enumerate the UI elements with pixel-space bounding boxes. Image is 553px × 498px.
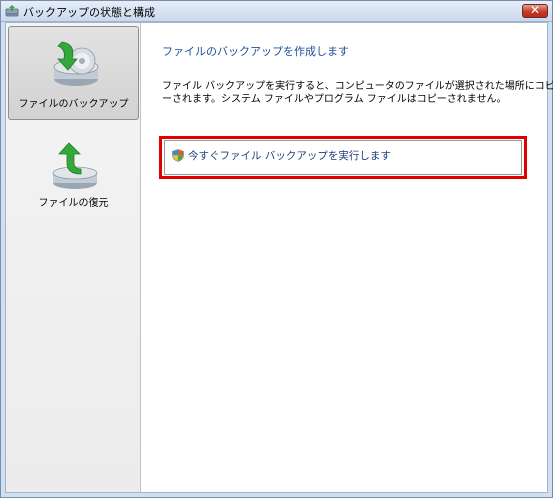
title-bar[interactable]: バックアップの状態と構成 ✕ — [1, 1, 552, 22]
description: ファイル バックアップを実行すると、コンピュータのファイルが選択された場所にコピ… — [162, 80, 553, 106]
run-backup-now-label: 今すぐファイル バックアップを実行します — [188, 150, 391, 162]
backup-app-icon — [5, 5, 19, 17]
description-line: ーされます。システム ファイルやプログラム ファイルはコピーされません。 — [162, 94, 507, 105]
sidebar-item-backup[interactable]: ファイルのバックアップ — [8, 26, 139, 120]
close-button[interactable]: ✕ — [522, 3, 548, 18]
restore-disk-icon — [52, 142, 98, 189]
client-area: ファイルのバックアップ ファイルの復元 ファイルのバックアップを作成します ファ… — [5, 22, 553, 493]
uac-shield-icon — [172, 149, 184, 162]
close-icon: ✕ — [529, 3, 541, 17]
backup-disk-icon — [53, 41, 99, 86]
backup-window: バックアップの状態と構成 ✕ ファイルのバックアップ ファイルの復元 ファイルの… — [0, 0, 553, 498]
page-title: ファイルのバックアップを作成します — [162, 45, 349, 58]
sidebar-item-label: ファイルの復元 — [38, 198, 109, 209]
sidebar-item-restore[interactable]: ファイルの復元 — [8, 131, 139, 211]
window-title: バックアップの状態と構成 — [23, 6, 155, 19]
run-backup-now-button[interactable]: 今すぐファイル バックアップを実行します — [164, 140, 522, 175]
sidebar-item-label: ファイルのバックアップ — [18, 99, 129, 110]
description-line: ファイル バックアップを実行すると、コンピュータのファイルが選択された場所にコピ — [162, 81, 553, 92]
sidebar: ファイルのバックアップ ファイルの復元 — [6, 23, 141, 492]
